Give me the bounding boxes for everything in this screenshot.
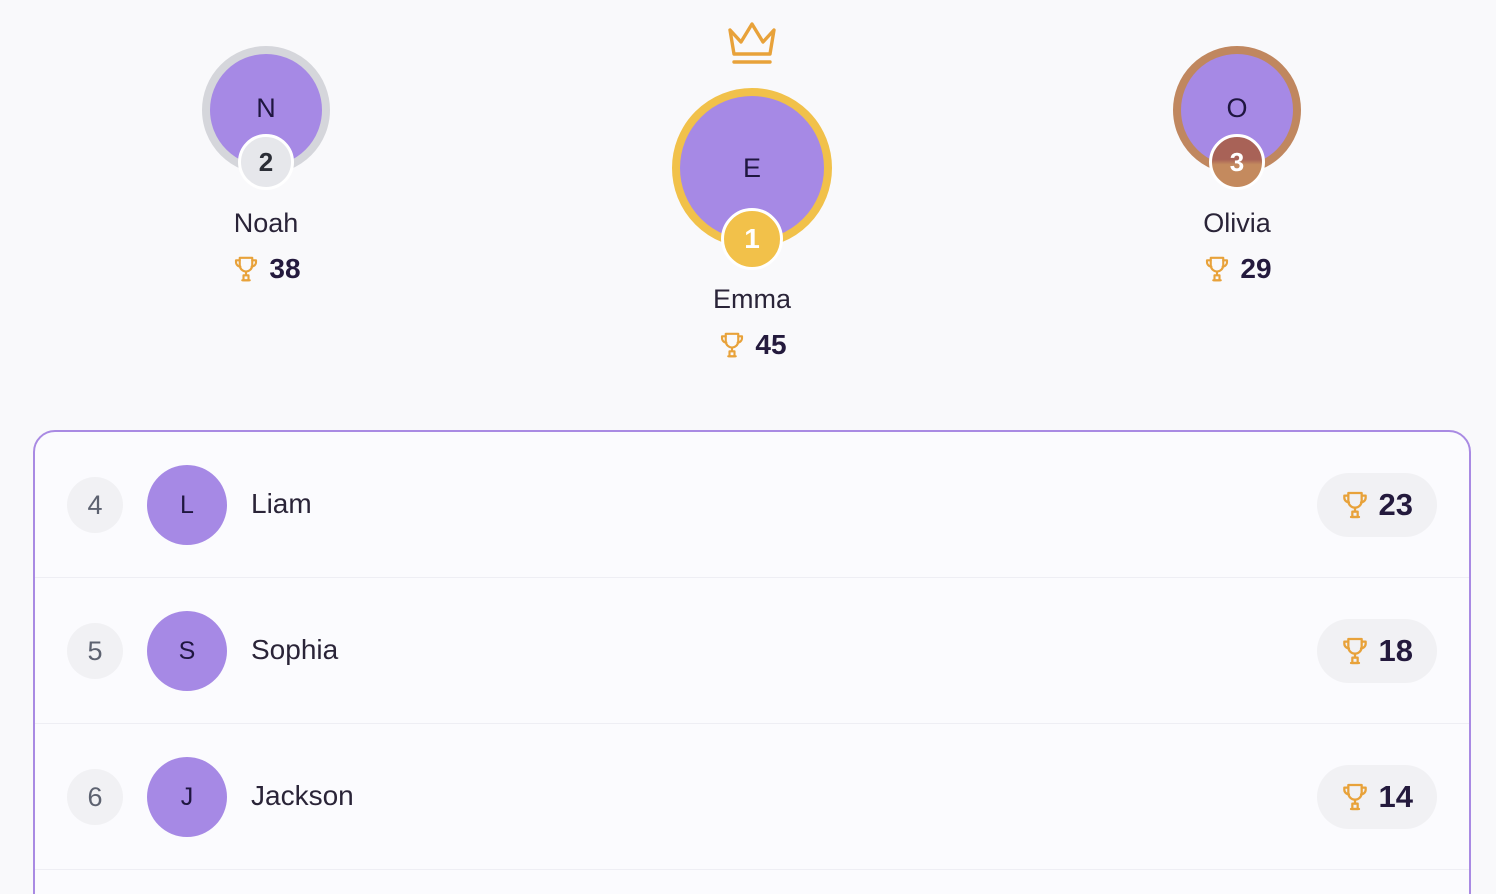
player-name: Liam xyxy=(251,488,312,519)
trophy-icon xyxy=(1339,489,1371,521)
avatar-initial: S xyxy=(178,636,196,665)
list-item[interactable]: 6 J Jackson 14 xyxy=(35,724,1469,870)
leaderboard: N 2 Noah 38 E 1 Emma 45 O 3 Olivia 29 4 … xyxy=(0,0,1496,894)
trophy-icon xyxy=(231,254,261,284)
trophy-icon xyxy=(1339,635,1371,667)
podium-first-place[interactable]: E 1 Emma 45 xyxy=(652,18,852,361)
rank-badge: 6 xyxy=(67,769,123,825)
player-score: 38 xyxy=(166,253,366,285)
rank-badge: 3 xyxy=(1209,134,1265,190)
avatar: S xyxy=(147,611,227,691)
avatar: J xyxy=(147,757,227,837)
player-name: Olivia xyxy=(1203,208,1271,238)
trophy-icon xyxy=(1339,781,1371,813)
score-value: 14 xyxy=(1378,779,1413,814)
score-value: 18 xyxy=(1378,633,1413,668)
player-name: Emma xyxy=(712,284,791,314)
score-pill: 23 xyxy=(1316,473,1437,537)
player-score: 45 xyxy=(652,329,852,361)
avatar-initial: E xyxy=(742,152,761,183)
rank-badge: 2 xyxy=(238,134,294,190)
crown-icon xyxy=(726,18,778,66)
avatar-initial: N xyxy=(256,92,276,123)
ranking-list: 4 L Liam 23 5 S Sophia 18 6 J Jackson 14 xyxy=(33,430,1471,894)
avatar: L xyxy=(147,465,227,545)
rank-badge: 5 xyxy=(67,623,123,679)
avatar-wrap: E 1 xyxy=(672,88,832,272)
avatar-initial: J xyxy=(180,782,194,811)
score-value: 45 xyxy=(755,329,787,360)
avatar-wrap: O 3 xyxy=(1173,46,1301,196)
avatar-initial: L xyxy=(180,490,194,519)
trophy-icon xyxy=(717,330,747,360)
avatar-wrap: N 2 xyxy=(202,46,330,196)
player-score: 29 xyxy=(1137,253,1337,285)
score-value: 38 xyxy=(269,253,301,284)
trophy-icon xyxy=(1202,254,1232,284)
list-item[interactable]: 4 L Liam 23 xyxy=(35,432,1469,578)
player-name: Jackson xyxy=(251,780,354,811)
podium-third-place[interactable]: O 3 Olivia 29 xyxy=(1137,46,1337,285)
rank-badge: 1 xyxy=(721,208,783,270)
score-pill: 14 xyxy=(1316,765,1437,829)
score-pill: 18 xyxy=(1316,619,1437,683)
list-item[interactable]: 5 S Sophia 18 xyxy=(35,578,1469,724)
rank-badge: 4 xyxy=(67,477,123,533)
score-value: 29 xyxy=(1240,253,1272,284)
player-name: Sophia xyxy=(251,634,339,665)
score-value: 23 xyxy=(1378,487,1413,522)
podium-second-place[interactable]: N 2 Noah 38 xyxy=(166,46,366,285)
player-name: Noah xyxy=(233,208,299,238)
avatar-initial: O xyxy=(1226,92,1248,123)
